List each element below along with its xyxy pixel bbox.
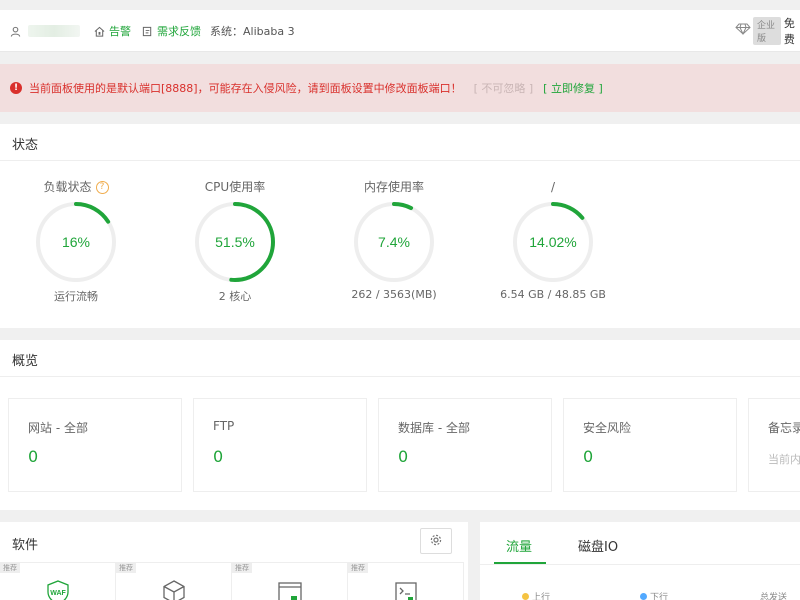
recommend-badge: 推荐 — [116, 563, 136, 573]
recommend-badge: 推荐 — [0, 563, 20, 573]
software-item[interactable]: 推荐 — [348, 562, 464, 600]
top-bar: 告警 需求反馈 系统：Alibaba 3 企业版 免费 — [0, 10, 800, 52]
card-label: 安全风险 — [583, 421, 632, 435]
gear-icon — [430, 534, 442, 549]
software-settings-button[interactable] — [420, 528, 452, 554]
overview-card-security-risk[interactable]: 安全风险 0 — [563, 398, 737, 492]
ignore-link[interactable]: [ 不可忽略 ] — [474, 80, 534, 96]
gauge-value: 16% — [62, 234, 90, 250]
status-panel: 状态 负载状态? 16% 运行流畅 CPU使用率 51.5% 2 核心 内存使用… — [0, 124, 800, 328]
card-value[interactable]: 0 — [583, 447, 593, 466]
gauge-sub: 运行流畅 — [54, 290, 98, 303]
alarm-label: 告警 — [109, 25, 131, 38]
legend-label: 下行 — [650, 593, 669, 600]
overview-card-websites[interactable]: 网站 - 全部 0 — [8, 398, 182, 492]
tab-traffic[interactable]: 流量 — [506, 536, 532, 555]
card-sub: 当前内容 — [768, 453, 800, 466]
feedback-link[interactable]: 需求反馈 — [142, 10, 201, 52]
gauge-load[interactable]: 负载状态? 16% 运行流畅 — [11, 178, 141, 304]
fix-now-link[interactable]: [ 立即修复 ] — [543, 80, 603, 96]
software-item[interactable]: 推荐 WAF — [0, 562, 116, 600]
gauge-ring: 51.5% — [195, 202, 275, 282]
username-blurred — [28, 25, 80, 37]
alert-icon: ! — [10, 82, 22, 94]
gauge-label: 内存使用率 — [363, 180, 424, 194]
card-label: 网站 - 全部 — [28, 421, 88, 435]
gauge-sub: 2 核心 — [218, 290, 252, 303]
edit-icon — [142, 26, 153, 37]
recommend-badge: 推荐 — [348, 563, 368, 573]
gauge-cpu[interactable]: CPU使用率 51.5% 2 核心 — [170, 178, 300, 304]
gauge-memory[interactable]: 内存使用率 7.4% 262 / 3563(MB) — [329, 178, 459, 301]
free-label: 免费 — [783, 17, 795, 46]
gauge-disk[interactable]: / 14.02% 6.54 GB / 48.85 GB — [488, 178, 618, 301]
overview-card-databases[interactable]: 数据库 - 全部 0 — [378, 398, 552, 492]
terminal-icon — [394, 582, 417, 600]
card-label: 备忘录 — [768, 421, 800, 435]
legend-upload[interactable]: 上行 — [522, 590, 550, 600]
card-value[interactable]: 0 — [213, 447, 223, 466]
gauge-label: 负载状态 — [43, 180, 92, 194]
gauge-value: 51.5% — [215, 234, 255, 250]
legend-label: 上行 — [532, 593, 551, 600]
traffic-divider — [480, 564, 800, 565]
overview-card-ftp[interactable]: FTP 0 — [193, 398, 367, 492]
enterprise-area[interactable]: 企业版 免费 — [735, 10, 800, 52]
browser-lock-icon — [277, 582, 302, 600]
legend-dot — [640, 593, 647, 600]
gauge-ring: 14.02% — [513, 202, 593, 282]
gauge-ring: 7.4% — [354, 202, 434, 282]
alarm-link[interactable]: 告警 — [94, 10, 131, 52]
warning-bar: ! 当前面板使用的是默认端口[8888]，可能存在入侵风险，请到面板设置中修改面… — [0, 64, 800, 112]
gauge-sub: 6.54 GB / 48.85 GB — [500, 288, 606, 301]
legend-total-sent: 总发送 — [760, 590, 787, 600]
software-title: 软件 — [12, 538, 39, 553]
user-icon — [10, 10, 21, 52]
warning-text: 当前面板使用的是默认端口[8888]，可能存在入侵风险，请到面板设置中修改面板端… — [29, 82, 462, 95]
overview-title: 概览 — [12, 354, 39, 369]
card-value[interactable]: 0 — [28, 447, 38, 466]
legend-download[interactable]: 下行 — [640, 590, 668, 600]
overview-card-memo[interactable]: 备忘录 当前内容 — [748, 398, 800, 492]
gauge-ring: 16% — [36, 202, 116, 282]
status-title: 状态 — [12, 138, 39, 153]
gauge-sub: 262 / 3563(MB) — [351, 288, 437, 301]
waf-shield-icon: WAF — [46, 580, 69, 600]
gauge-value: 14.02% — [529, 234, 576, 250]
gauge-label: CPU使用率 — [204, 180, 266, 194]
card-label: 数据库 - 全部 — [398, 421, 470, 435]
tab-disk-io[interactable]: 磁盘IO — [578, 536, 618, 555]
system-info: 系统：Alibaba 3 — [210, 25, 295, 38]
legend-dot — [522, 593, 529, 600]
enterprise-tag: 企业版 — [753, 17, 781, 45]
gauge-value: 7.4% — [378, 234, 410, 250]
legend-label: 总发送 — [760, 593, 788, 600]
recommend-badge: 推荐 — [232, 563, 252, 573]
gauge-label: / — [550, 180, 556, 194]
software-item[interactable]: 推荐 — [116, 562, 232, 600]
traffic-panel: 流量 磁盘IO — [480, 522, 800, 600]
feedback-label: 需求反馈 — [157, 25, 201, 38]
software-item[interactable]: 推荐 — [232, 562, 348, 600]
card-value[interactable]: 0 — [398, 447, 408, 466]
overview-divider — [0, 376, 800, 377]
diamond-icon — [735, 23, 751, 39]
cube-icon — [162, 580, 185, 600]
svg-text:WAF: WAF — [50, 590, 66, 597]
status-divider — [0, 160, 800, 161]
question-icon[interactable]: ? — [95, 181, 109, 194]
card-label: FTP — [213, 419, 235, 433]
home-alert-icon — [94, 26, 105, 37]
